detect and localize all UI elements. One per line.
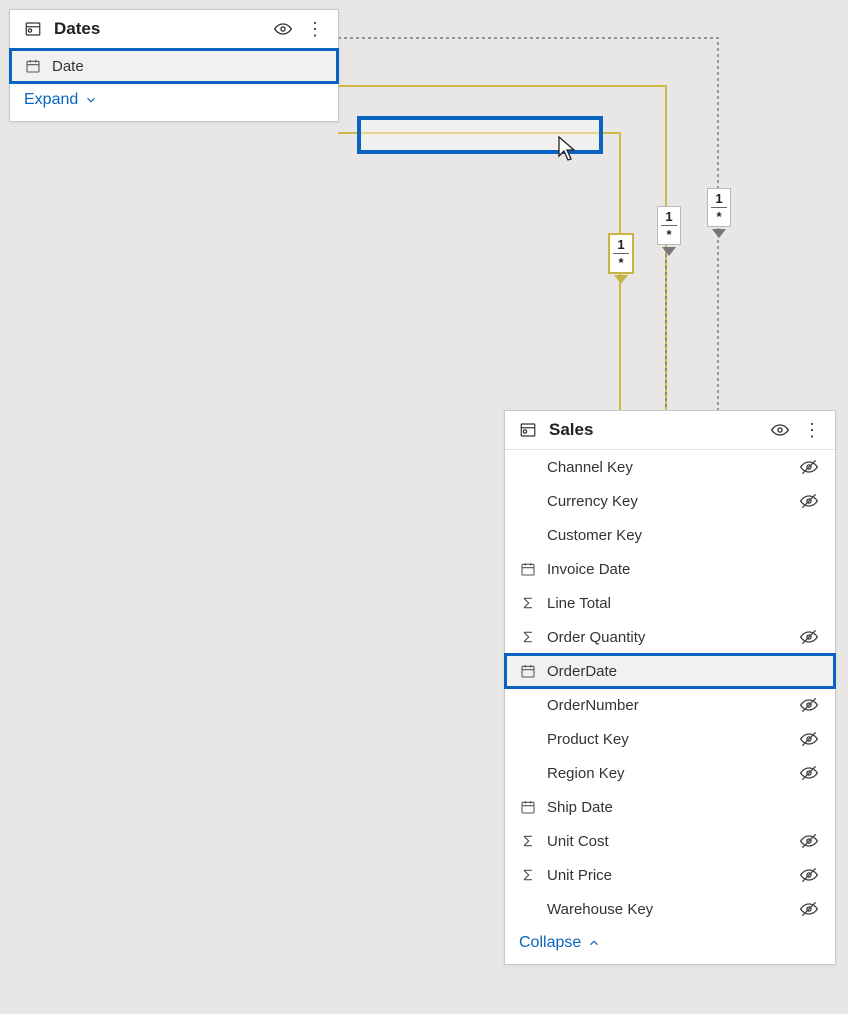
field-row[interactable]: Product Key [505,722,835,756]
field-label: Channel Key [547,459,787,476]
field-row[interactable]: Customer Key [505,518,835,552]
hidden-icon[interactable] [797,491,821,511]
collapse-label: Collapse [519,934,581,952]
field-row[interactable]: Region Key [505,756,835,790]
field-label: Date [52,58,290,75]
field-row[interactable]: Channel Key [505,450,835,484]
field-list: Date [10,49,338,83]
arrow-down-icon [712,229,726,238]
table-title: Dates [54,19,262,39]
field-label: Warehouse Key [547,901,787,918]
field-label: OrderDate [547,663,787,680]
field-row[interactable]: OrderNumber [505,688,835,722]
field-row[interactable]: OrderDate [505,654,835,688]
field-label: Currency Key [547,493,787,510]
calendar-icon [519,799,537,815]
table-icon [517,419,539,441]
eye-icon[interactable] [272,18,294,40]
field-list: Channel Key Currency Key Customer Key Invoi… [505,450,835,926]
field-label: Unit Cost [547,833,787,850]
drag-selection-box [357,116,603,154]
cardinality-box[interactable]: 1 * [707,188,731,227]
field-row[interactable]: Date [10,49,338,83]
arrow-down-icon [614,275,628,284]
hidden-icon[interactable] [797,865,821,885]
hidden-icon[interactable] [797,899,821,919]
chevron-down-icon [84,93,98,107]
eye-icon[interactable] [769,419,791,441]
cardinality-many: * [658,227,680,243]
sum-icon [519,867,537,883]
field-label: Product Key [547,731,787,748]
field-row[interactable]: Unit Cost [505,824,835,858]
cardinality-many: * [708,209,730,225]
cardinality-one: 1 [613,237,629,254]
field-row[interactable]: Ship Date [505,790,835,824]
cardinality-one: 1 [661,209,677,226]
calendar-icon [24,58,42,74]
field-label: OrderNumber [547,697,787,714]
cardinality-box[interactable]: 1 * [609,234,633,273]
table-icon [22,18,44,40]
sum-icon [519,595,537,611]
expand-label: Expand [24,91,78,109]
table-card-sales[interactable]: Sales ⋮ Channel Key Currency Key Customer … [504,410,836,965]
hidden-icon[interactable] [797,729,821,749]
table-header[interactable]: Sales ⋮ [505,411,835,450]
calendar-icon [519,663,537,679]
calendar-icon [519,561,537,577]
field-label: Line Total [547,595,787,612]
sum-icon [519,833,537,849]
field-label: Region Key [547,765,787,782]
chevron-up-icon [587,936,601,950]
table-card-dates[interactable]: Dates ⋮ Date Expand [9,9,339,122]
cardinality-one: 1 [711,191,727,208]
table-header[interactable]: Dates ⋮ [10,10,338,49]
field-row[interactable]: Order Quantity [505,620,835,654]
cardinality-many: * [610,255,632,271]
field-label: Customer Key [547,527,787,544]
more-icon[interactable]: ⋮ [304,18,326,40]
table-title: Sales [549,420,759,440]
hidden-icon[interactable] [797,457,821,477]
field-label: Unit Price [547,867,787,884]
expand-button[interactable]: Expand [24,91,98,109]
field-label: Order Quantity [547,629,787,646]
hidden-icon[interactable] [797,627,821,647]
field-label: Invoice Date [547,561,787,578]
field-row[interactable]: Warehouse Key [505,892,835,926]
hidden-icon[interactable] [797,763,821,783]
sum-icon [519,629,537,645]
cardinality-box[interactable]: 1 * [657,206,681,245]
hidden-icon[interactable] [797,831,821,851]
field-row[interactable]: Line Total [505,586,835,620]
arrow-down-icon [662,247,676,256]
hidden-icon[interactable] [797,695,821,715]
field-row[interactable]: Unit Price [505,858,835,892]
field-row[interactable]: Invoice Date [505,552,835,586]
more-icon[interactable]: ⋮ [801,419,823,441]
collapse-button[interactable]: Collapse [519,934,601,952]
field-label: Ship Date [547,799,787,816]
field-row[interactable]: Currency Key [505,484,835,518]
